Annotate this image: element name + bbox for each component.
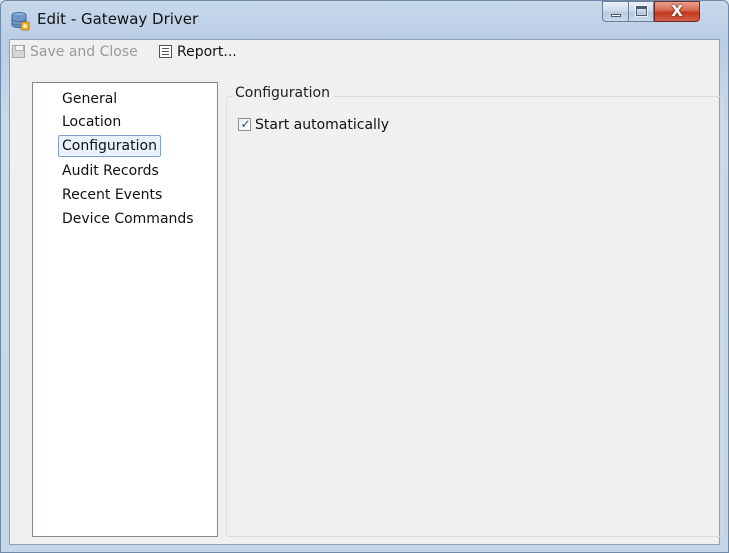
checkmark-icon: ✓ <box>240 117 251 131</box>
report-icon <box>159 45 172 58</box>
navigation-panel: General Location Configuration Audit Rec… <box>32 82 218 537</box>
close-icon: X <box>671 2 683 20</box>
minimize-icon <box>611 14 621 17</box>
nav-item-configuration[interactable]: Configuration <box>58 135 161 157</box>
maximize-button[interactable] <box>628 1 654 22</box>
database-icon <box>11 12 30 31</box>
start-automatically-label: Start automatically <box>255 117 390 133</box>
app-window: Edit - Gateway Driver X Save and Close R… <box>0 0 729 553</box>
window-title: Edit - Gateway Driver <box>37 10 199 28</box>
title-bar[interactable]: Edit - Gateway Driver X <box>1 1 728 39</box>
save-icon <box>12 45 25 58</box>
minimize-button[interactable] <box>602 1 629 22</box>
configuration-group-title: Configuration <box>232 85 333 101</box>
maximize-icon <box>636 6 647 16</box>
nav-item-location[interactable]: Location <box>58 111 125 133</box>
client-area: Save and Close Report... General Locatio… <box>9 39 723 545</box>
toolbar: Save and Close Report... <box>10 40 719 68</box>
configuration-group <box>226 96 723 537</box>
start-automatically-checkbox[interactable]: ✓ <box>238 117 251 131</box>
save-and-close-label: Save and Close <box>30 44 138 60</box>
report-label: Report... <box>177 44 237 60</box>
nav-item-general[interactable]: General <box>58 88 121 110</box>
nav-item-recent-events[interactable]: Recent Events <box>58 184 166 206</box>
report-button[interactable]: Report... <box>159 44 237 64</box>
nav-item-audit-records[interactable]: Audit Records <box>58 160 163 182</box>
close-button[interactable]: X <box>654 1 700 22</box>
save-and-close-button[interactable]: Save and Close <box>12 44 138 64</box>
start-automatically-option[interactable]: ✓ Start automatically <box>238 117 389 135</box>
nav-item-device-commands[interactable]: Device Commands <box>58 208 198 230</box>
